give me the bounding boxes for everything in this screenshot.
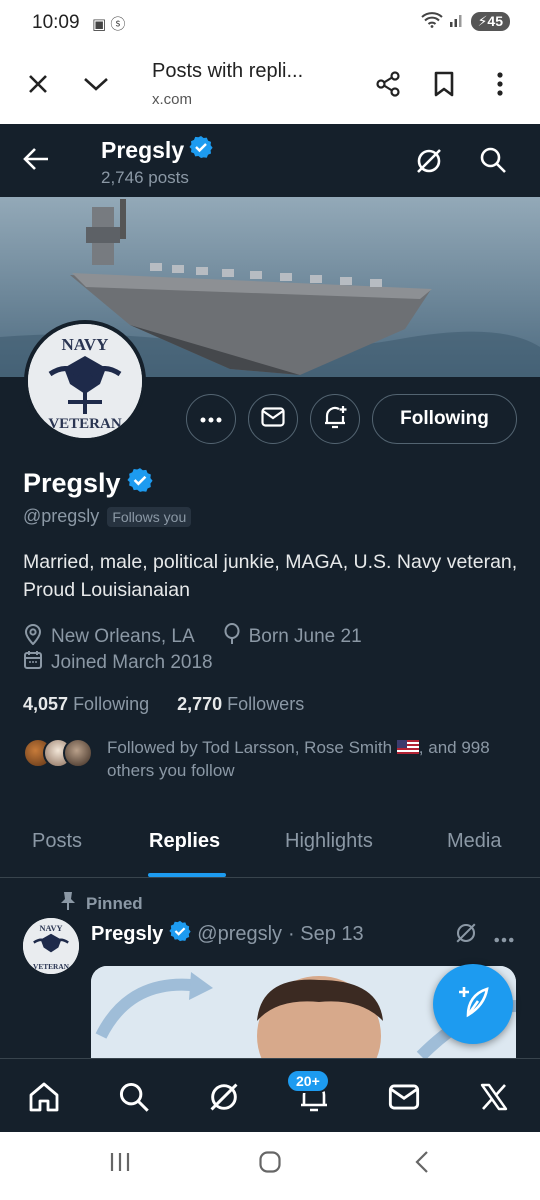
bookmark-icon[interactable] (428, 68, 460, 100)
grok-icon[interactable] (414, 146, 444, 181)
search-icon[interactable] (114, 1077, 154, 1117)
wifi-icon (420, 12, 443, 31)
pinned-label: Pinned (86, 893, 143, 913)
compose-icon (456, 985, 490, 1024)
header-profile-name: Pregsly (101, 136, 185, 163)
verified-badge-icon (126, 467, 153, 500)
svg-text:VETERAN: VETERAN (48, 416, 122, 432)
bell-plus-icon (322, 404, 348, 435)
profile-location: New Orleans, LA (51, 626, 195, 647)
pin-icon (60, 891, 76, 916)
tab-media[interactable]: Media (447, 830, 501, 853)
grok-icon[interactable] (204, 1077, 244, 1117)
compose-post-button[interactable] (433, 964, 513, 1044)
followers-count-link[interactable]: 2,770 Followers (177, 694, 304, 715)
close-icon[interactable] (22, 68, 54, 100)
mail-icon[interactable] (384, 1077, 424, 1117)
signal-icon (449, 12, 465, 31)
profile-name: Pregsly (23, 468, 121, 498)
profile-header-bar: Pregsly 2,746 posts (0, 124, 540, 197)
tab-posts[interactable]: Posts (32, 830, 82, 853)
follower-avatar (63, 738, 93, 768)
system-navigation-bar (0, 1132, 540, 1200)
message-button[interactable] (248, 394, 298, 444)
grok-icon[interactable] (454, 921, 478, 950)
following-button[interactable]: Following (372, 394, 517, 444)
profile-joined-date: Joined March 2018 (51, 652, 213, 673)
share-icon[interactable] (372, 68, 404, 100)
home-icon[interactable] (24, 1077, 64, 1117)
back-button-icon[interactable] (410, 1150, 434, 1179)
notify-button[interactable] (310, 394, 360, 444)
post-author-name[interactable]: Pregsly (91, 923, 163, 946)
svg-text:NAVY: NAVY (39, 924, 62, 933)
post-author-handle: @pregsly (197, 922, 283, 945)
chevron-down-icon[interactable] (80, 68, 112, 100)
more-vertical-icon[interactable] (484, 68, 516, 100)
profile-bio: Married, male, political junkie, MAGA, U… (23, 551, 518, 601)
browser-toolbar: Posts with repli... x.com (0, 46, 540, 124)
status-time: 10:09 (32, 12, 80, 33)
browser-page-title[interactable]: Posts with repli... (152, 60, 303, 83)
home-button-icon[interactable] (258, 1150, 282, 1179)
x-logo-icon[interactable] (474, 1077, 514, 1117)
profile-avatar[interactable]: NAVY VETERAN (24, 320, 146, 442)
follows-you-badge: Follows you (107, 506, 192, 527)
post-date: · Sep 13 (288, 922, 364, 945)
battery-indicator: ⚡45 (470, 12, 510, 31)
location-icon (23, 623, 43, 651)
balloon-icon (223, 623, 241, 651)
calendar-icon (23, 650, 43, 676)
verified-badge-icon (169, 920, 191, 948)
recent-apps-icon[interactable] (108, 1150, 132, 1179)
more-horizontal-icon (200, 410, 222, 428)
profile-handle: @pregsly (23, 506, 100, 526)
svg-text:VETERAN: VETERAN (33, 962, 70, 971)
mail-icon (261, 406, 285, 432)
profile-tabs: Posts Replies Highlights Media (0, 806, 540, 878)
back-arrow-icon[interactable] (22, 146, 50, 177)
tab-highlights[interactable]: Highlights (285, 830, 373, 853)
notifications-badge: 20+ (286, 1069, 330, 1093)
svg-text:NAVY: NAVY (62, 335, 109, 354)
bottom-navigation (0, 1058, 540, 1132)
status-bar: 10:09 ▣ ⓢ ⚡45 (0, 0, 540, 46)
browser-url[interactable]: x.com (152, 91, 192, 108)
active-tab-indicator (148, 873, 226, 877)
following-count-link[interactable]: 4,057 Following (23, 694, 149, 715)
more-horizontal-icon[interactable] (494, 930, 514, 948)
status-notification-icons: ▣ ⓢ (92, 16, 126, 33)
header-post-count: 2,746 posts (101, 168, 189, 187)
profile-birthday: Born June 21 (248, 626, 362, 647)
us-flag-icon (396, 740, 419, 754)
verified-badge-icon (189, 135, 213, 165)
tab-replies[interactable]: Replies (149, 830, 220, 853)
more-options-button[interactable] (186, 394, 236, 444)
search-icon[interactable] (479, 146, 507, 179)
followed-by-text: Followed by Tod Larsson, Rose Smith (107, 738, 393, 757)
post-author-avatar[interactable]: NAVY VETERAN (23, 918, 79, 974)
